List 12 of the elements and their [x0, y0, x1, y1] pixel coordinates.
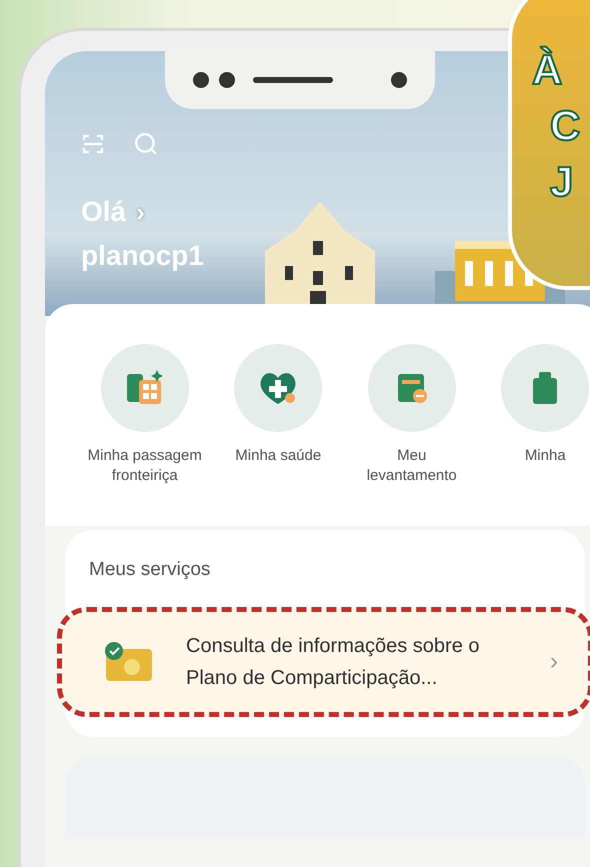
- service-text: Consulta de informações sobre o Plano de Comparticipação...: [186, 634, 480, 690]
- services-title: Meus serviços: [89, 558, 212, 582]
- shortcut-label[interactable]: Minha: [524, 446, 566, 466]
- username-text: planocp1: [81, 239, 205, 273]
- service-item[interactable]: Consulta de informações sobre o Plano de Comparticipação... ›: [57, 606, 590, 716]
- badge-text: À: [532, 45, 564, 95]
- badge-text: J: [550, 157, 574, 207]
- chevron: ›: [550, 646, 558, 676]
- shortcut-label[interactable]: Minha saúde: [235, 446, 322, 466]
- badge-text: C: [550, 101, 582, 151]
- shortcut-label[interactable]: Meu levantamento: [352, 446, 472, 486]
- shortcut-label[interactable]: Minha passagem fronteiriça: [85, 446, 204, 486]
